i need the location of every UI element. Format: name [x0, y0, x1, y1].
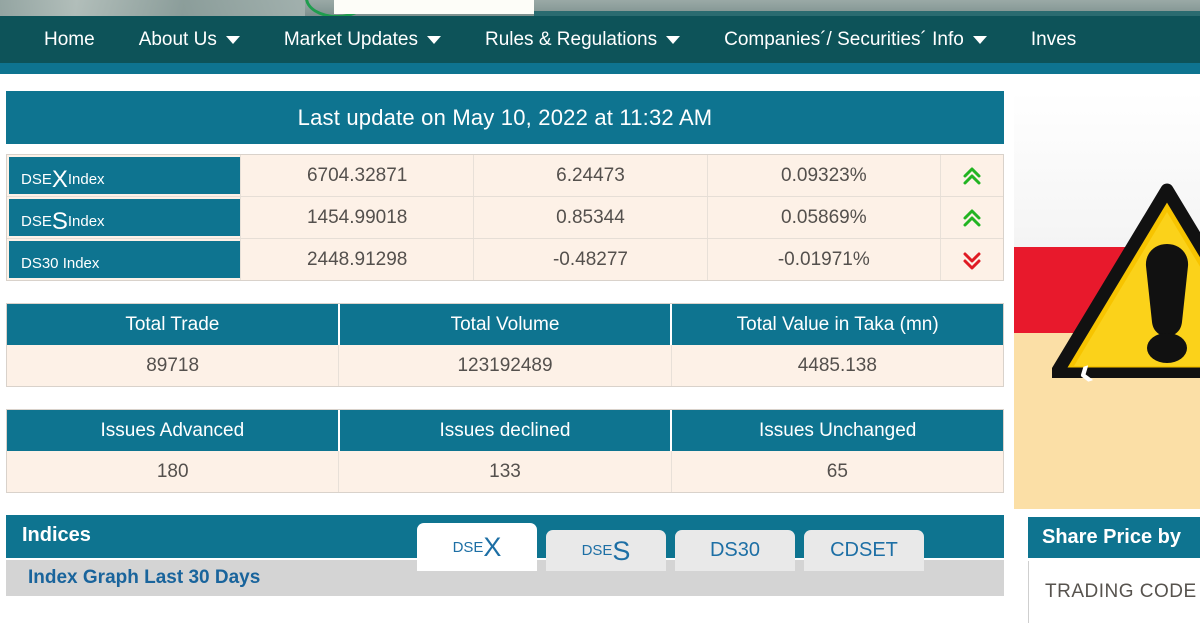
tab-dsex[interactable]: DSE X: [417, 523, 537, 571]
value-total-trade: 89718: [7, 345, 340, 386]
column-header-issues-unchanged: Issues Unchanged: [758, 419, 917, 441]
site-header-image-strip: [0, 0, 1200, 16]
index-change: 6.24473: [473, 155, 706, 196]
indices-panel: Indices DSE X DSE S DS30 CDSET Index Graph…: [6, 515, 1004, 596]
nav-item-rules-regulations[interactable]: Rules & Regulations: [463, 29, 702, 51]
index-name-prefix: DS30 Index: [21, 255, 100, 272]
double-chevron-down-icon: [939, 239, 1003, 280]
indices-tab-bar[interactable]: DSE X DSE S DS30 CDSET: [417, 523, 924, 571]
nav-item-label: Companies´/ Securities´ Info: [724, 28, 964, 50]
chevron-down-icon: [666, 35, 681, 44]
index-name-ds30: DS30 Index: [9, 241, 240, 278]
index-name-big: S: [51, 208, 68, 235]
column-header-total-volume: Total Volume: [340, 304, 673, 345]
left-column: Last update on May 10, 2022 at 11:32 AM …: [6, 91, 1004, 596]
market-totals-header-row: Total Trade Total Volume Total Value in …: [7, 304, 1003, 345]
value-total-value: 4485.138: [797, 354, 877, 376]
page-title: Indices: [22, 523, 91, 546]
index-percent: -0.01971%: [706, 239, 940, 280]
value-issues-advanced: 180: [7, 451, 340, 492]
nav-item-label: Home: [44, 28, 95, 50]
value-issues-unchanged: 65: [826, 460, 848, 482]
market-totals-value-row: 89718 123192489 4485.138: [7, 345, 1003, 386]
tab-label-prefix: DSE: [581, 542, 613, 559]
index-percent: 0.05869%: [706, 197, 940, 238]
index-graph-title: Index Graph Last 30 Days: [28, 567, 261, 588]
index-change: -0.48277: [473, 239, 706, 280]
page-content: Last update on May 10, 2022 at 11:32 AM …: [0, 74, 1200, 625]
tab-label-big: S: [612, 535, 631, 566]
main-navigation[interactable]: Home About Us Market Updates Rules & Reg…: [0, 16, 1200, 63]
index-value: 1454.99018: [240, 197, 473, 238]
index-value: 2448.91298: [240, 239, 473, 280]
index-name-prefix: DSE: [21, 171, 52, 188]
index-name-suffix: Index: [67, 213, 105, 230]
promo-carousel[interactable]: ‹: [1014, 91, 1200, 509]
value-issues-declined: 133: [339, 451, 672, 492]
column-header-total-value: Total Value in Taka (mn): [736, 313, 939, 335]
index-name-dses: DSE S Index: [9, 199, 240, 236]
tab-label: DS30: [709, 539, 761, 561]
table-row[interactable]: DS30 Index 2448.91298 -0.48277 -0.01971%: [7, 239, 1003, 280]
share-price-panel: Share Price by TRADING CODE: [1028, 517, 1200, 623]
nav-item-investor[interactable]: Inves: [1009, 29, 1098, 51]
double-chevron-up-icon: [939, 155, 1003, 196]
index-percent: 0.09323%: [706, 155, 940, 196]
index-name-suffix: Index: [67, 171, 105, 188]
issues-table: Issues Advanced Issues declined Issues U…: [6, 409, 1004, 493]
table-row[interactable]: DSE S Index 1454.99018 0.85344 0.05869%: [7, 197, 1003, 239]
market-totals-table: Total Trade Total Volume Total Value in …: [6, 303, 1004, 387]
nav-item-market-updates[interactable]: Market Updates: [262, 29, 463, 51]
right-column: ‹ Share Price by TRADING CODE: [1014, 74, 1200, 625]
index-change: 0.85344: [473, 197, 706, 238]
chevron-down-icon: [426, 35, 441, 44]
index-name-prefix: DSE: [21, 213, 52, 230]
header-background-image: [0, 0, 305, 16]
last-update-banner: Last update on May 10, 2022 at 11:32 AM: [6, 91, 1004, 144]
nav-item-about-us[interactable]: About Us: [117, 29, 262, 51]
tab-cdset[interactable]: CDSET: [804, 530, 924, 571]
index-value: 6704.32871: [240, 155, 473, 196]
tab-label-big: X: [483, 532, 502, 562]
nav-item-label: About Us: [138, 28, 217, 50]
share-price-title: Share Price by: [1042, 526, 1181, 548]
column-header-issues-declined: Issues declined: [340, 410, 673, 451]
double-chevron-up-icon: [939, 197, 1003, 238]
tab-label-prefix: DSE: [452, 538, 484, 556]
index-name-big: X: [51, 166, 68, 193]
share-price-panel-header: Share Price by: [1028, 517, 1200, 561]
table-row[interactable]: DSE X Index 6704.32871 6.24473 0.09323%: [7, 155, 1003, 197]
index-name-dsex: DSE X Index: [9, 157, 240, 194]
chevron-down-icon: [225, 35, 240, 44]
nav-item-label: Inves: [1030, 28, 1077, 50]
nav-item-home[interactable]: Home: [0, 29, 117, 51]
tab-label: CDSET: [830, 539, 898, 561]
nav-item-companies-securities-info[interactable]: Companies´/ Securities´ Info: [702, 29, 1009, 51]
issues-header-row: Issues Advanced Issues declined Issues U…: [7, 410, 1003, 451]
tab-ds30[interactable]: DS30: [675, 530, 795, 571]
trading-code-label: TRADING CODE: [1045, 581, 1197, 602]
warning-triangle-icon: [1052, 183, 1200, 378]
nav-item-label: Rules & Regulations: [484, 28, 658, 50]
header-white-panel: [334, 0, 534, 14]
value-total-volume: 123192489: [339, 345, 672, 386]
chevron-down-icon: [972, 35, 987, 44]
nav-item-label: Market Updates: [283, 28, 418, 50]
index-summary-table: DSE X Index 6704.32871 6.24473 0.09323% D…: [6, 154, 1004, 281]
tab-dses[interactable]: DSE S: [546, 530, 666, 571]
column-header-issues-advanced: Issues Advanced: [7, 410, 340, 451]
issues-value-row: 180 133 65: [7, 451, 1003, 492]
column-header-total-trade: Total Trade: [7, 304, 340, 345]
share-price-panel-body[interactable]: TRADING CODE: [1028, 561, 1200, 623]
last-update-text: Last update on May 10, 2022 at 11:32 AM: [297, 104, 713, 130]
nav-accent-band: [0, 63, 1200, 74]
